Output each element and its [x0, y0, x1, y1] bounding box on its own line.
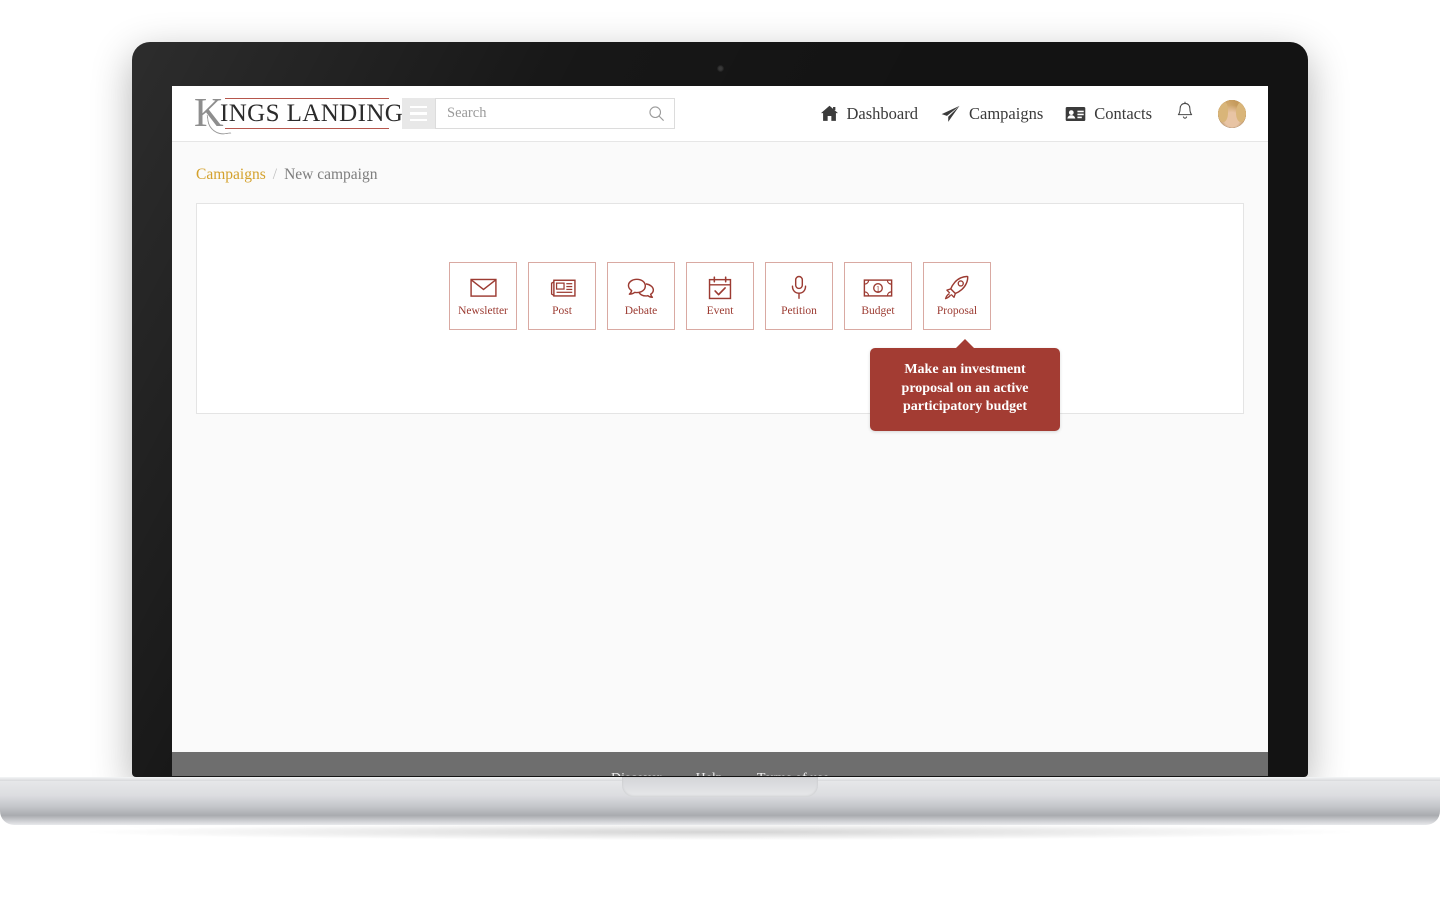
- campaign-type-label: Proposal: [936, 304, 978, 317]
- laptop-lid: K INGS LANDING Search Dashboard Campaign…: [132, 42, 1308, 777]
- breadcrumb-current: New campaign: [284, 166, 378, 183]
- search-box: [435, 98, 675, 129]
- logo-rule-bottom: [225, 127, 389, 129]
- laptop-shadow: [90, 824, 1350, 840]
- nav-item-dashboard[interactable]: Dashboard: [820, 104, 918, 124]
- rocket-icon: [944, 275, 970, 301]
- nav-label-campaigns: Campaigns: [969, 103, 1044, 123]
- microphone-icon: [790, 275, 808, 301]
- laptop-base: [0, 777, 1440, 825]
- application-window: K INGS LANDING Search Dashboard Campaign…: [172, 86, 1268, 776]
- envelope-icon: [469, 275, 497, 301]
- campaign-type-debate[interactable]: Debate: [607, 262, 675, 330]
- breadcrumb: Campaigns / New campaign: [172, 142, 1268, 184]
- campaign-type-label: Post: [552, 304, 572, 317]
- proposal-tooltip: Make an investment proposal on an active…: [870, 339, 1060, 431]
- nav-item-contacts[interactable]: Contacts: [1065, 104, 1152, 124]
- laptop-screen: K INGS LANDING Search Dashboard Campaign…: [172, 86, 1268, 776]
- hamburger-icon-line: [410, 112, 427, 115]
- newspaper-icon: [549, 275, 576, 301]
- campaign-type-proposal[interactable]: Proposal: [923, 262, 991, 330]
- banknote-icon: 1: [863, 275, 893, 301]
- user-avatar[interactable]: [1218, 99, 1246, 128]
- nav-label-contacts: Contacts: [1094, 103, 1152, 123]
- laptop-mockup-scene: K INGS LANDING Search Dashboard Campaign…: [0, 0, 1440, 900]
- top-navigation-bar: K INGS LANDING Search Dashboard Campaign…: [172, 86, 1268, 142]
- footer-link-discover[interactable]: Discover: [611, 771, 662, 776]
- campaign-type-label: Petition: [781, 304, 817, 317]
- logo-graphic: K INGS LANDING: [194, 91, 403, 136]
- campaign-type-label: Debate: [624, 304, 658, 317]
- campaign-type-post[interactable]: Post: [528, 262, 596, 330]
- footer: Discover Help Terms of use: [172, 752, 1268, 776]
- campaign-type-event[interactable]: Event: [686, 262, 754, 330]
- avatar-hair-left: [1218, 101, 1228, 122]
- notifications-button[interactable]: [1174, 101, 1196, 126]
- campaign-type-card: Newsletter Post Debate Event Petition 1 …: [196, 203, 1244, 431]
- nav-item-campaigns[interactable]: Campaigns: [940, 104, 1043, 124]
- calendar-check-icon: [708, 275, 732, 301]
- footer-link-help[interactable]: Help: [696, 771, 723, 776]
- laptop-base-notch: [622, 777, 818, 797]
- hamburger-icon-line: [410, 118, 427, 122]
- campaign-type-list: Newsletter Post Debate Event Petition 1 …: [197, 262, 1243, 330]
- nav-label-dashboard: Dashboard: [846, 103, 918, 123]
- search-group: [402, 98, 675, 129]
- speech-bubbles-icon: [627, 275, 655, 301]
- campaign-type-budget[interactable]: 1 Budget: [844, 262, 912, 330]
- breadcrumb-separator: /: [272, 166, 278, 183]
- id-card-icon: [1065, 106, 1086, 122]
- campaign-type-label: Budget: [861, 304, 895, 317]
- home-icon: [820, 105, 839, 122]
- campaign-type-label: Newsletter: [458, 304, 508, 317]
- paper-plane-icon: [940, 105, 961, 123]
- breadcrumb-link-campaigns[interactable]: Campaigns: [196, 166, 266, 184]
- logo-wordmark: INGS LANDING: [220, 99, 404, 127]
- primary-nav: Dashboard Campaigns Contacts: [820, 99, 1268, 128]
- campaign-type-newsletter[interactable]: Newsletter: [449, 262, 517, 330]
- search-input[interactable]: [436, 99, 674, 128]
- campaign-type-petition[interactable]: Petition: [765, 262, 833, 330]
- svg-text:1: 1: [876, 284, 880, 293]
- hamburger-menu-button[interactable]: [402, 98, 435, 129]
- search-icon[interactable]: [648, 105, 665, 127]
- bell-icon: [1176, 101, 1194, 126]
- avatar-hair-right: [1236, 101, 1246, 122]
- campaign-type-label: Event: [706, 304, 734, 317]
- hamburger-icon-line: [410, 105, 427, 109]
- footer-link-terms[interactable]: Terms of use: [757, 771, 829, 776]
- logo-rule-top: [225, 97, 389, 99]
- webcam-icon: [716, 65, 724, 72]
- brand-logo[interactable]: K INGS LANDING: [172, 91, 403, 136]
